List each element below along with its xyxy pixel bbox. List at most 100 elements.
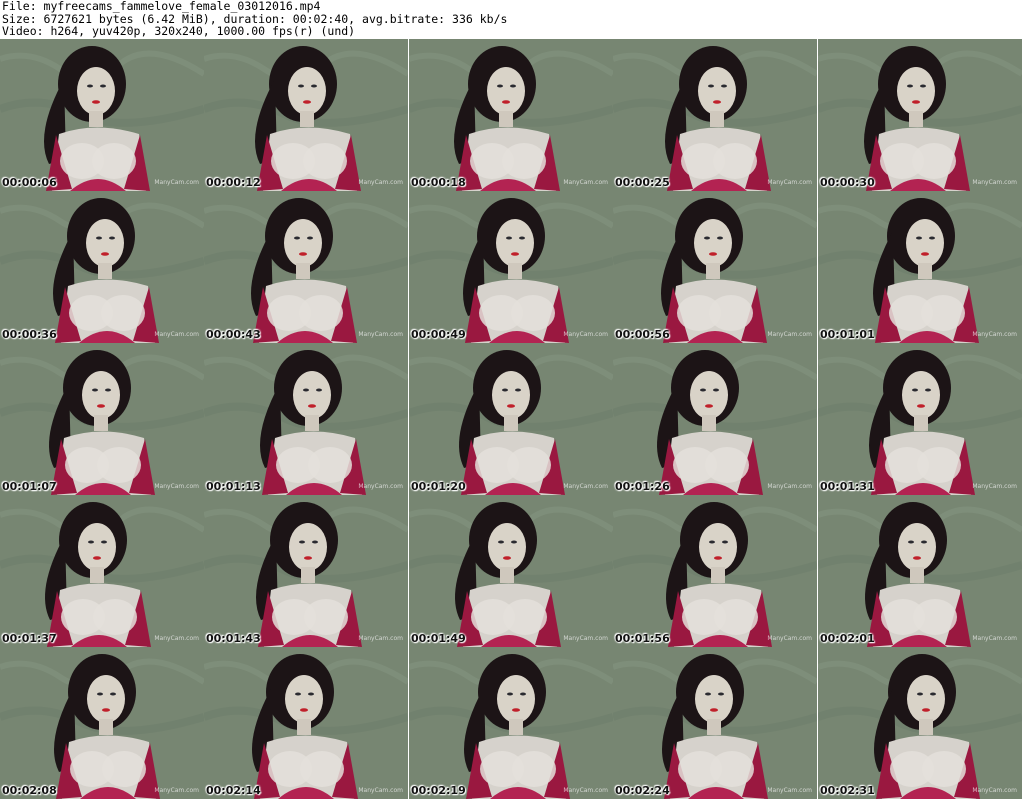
frame-image bbox=[0, 343, 204, 495]
frame-image bbox=[818, 343, 1022, 495]
frame-image bbox=[409, 495, 613, 647]
watermark-logo: ManyCam.com bbox=[767, 331, 812, 338]
video-frame-thumbnail: 00:01:07 ManyCam.com bbox=[0, 343, 204, 495]
video-frame-thumbnail: 00:01:13 ManyCam.com bbox=[204, 343, 408, 495]
frame-image bbox=[613, 343, 817, 495]
video-frame-thumbnail: 00:01:56 ManyCam.com bbox=[613, 495, 817, 647]
video-frame-thumbnail: 00:02:08 ManyCam.com bbox=[0, 647, 204, 799]
frame-image bbox=[818, 39, 1022, 191]
frame-image bbox=[0, 495, 204, 647]
frame-timestamp: 00:00:06 bbox=[2, 176, 57, 189]
video-frame-thumbnail: 00:00:49 ManyCam.com bbox=[409, 191, 613, 343]
frame-timestamp: 00:01:20 bbox=[411, 480, 466, 493]
video-frame-thumbnail: 00:00:30 ManyCam.com bbox=[818, 39, 1022, 191]
frame-timestamp: 00:01:13 bbox=[206, 480, 261, 493]
frame-timestamp: 00:01:43 bbox=[206, 632, 261, 645]
watermark-logo: ManyCam.com bbox=[154, 331, 199, 338]
video-frame-thumbnail: 00:02:01 ManyCam.com bbox=[818, 495, 1022, 647]
watermark-logo: ManyCam.com bbox=[154, 787, 199, 794]
frame-image bbox=[0, 191, 204, 343]
frame-timestamp: 00:00:43 bbox=[206, 328, 261, 341]
frame-image bbox=[204, 39, 408, 191]
watermark-logo: ManyCam.com bbox=[563, 635, 608, 642]
frame-timestamp: 00:00:56 bbox=[615, 328, 670, 341]
frame-image bbox=[409, 39, 613, 191]
frame-timestamp: 00:02:08 bbox=[2, 784, 57, 797]
frame-timestamp: 00:01:26 bbox=[615, 480, 670, 493]
video-frame-thumbnail: 00:02:24 ManyCam.com bbox=[613, 647, 817, 799]
watermark-logo: ManyCam.com bbox=[972, 635, 1017, 642]
watermark-logo: ManyCam.com bbox=[767, 483, 812, 490]
watermark-logo: ManyCam.com bbox=[358, 331, 403, 338]
watermark-logo: ManyCam.com bbox=[563, 331, 608, 338]
frame-timestamp: 00:00:18 bbox=[411, 176, 466, 189]
frame-image bbox=[409, 647, 613, 799]
frame-image bbox=[0, 647, 204, 799]
frame-timestamp: 00:01:07 bbox=[2, 480, 57, 493]
video-frame-thumbnail: 00:01:37 ManyCam.com bbox=[0, 495, 204, 647]
frame-image bbox=[613, 647, 817, 799]
video-info-line: Video: h264, yuv420p, 320x240, 1000.00 f… bbox=[2, 24, 356, 38]
watermark-logo: ManyCam.com bbox=[563, 483, 608, 490]
video-frame-thumbnail: 00:01:43 ManyCam.com bbox=[204, 495, 408, 647]
frame-timestamp: 00:02:19 bbox=[411, 784, 466, 797]
video-frame-thumbnail: 00:02:14 ManyCam.com bbox=[204, 647, 408, 799]
frame-timestamp: 00:00:12 bbox=[206, 176, 261, 189]
watermark-logo: ManyCam.com bbox=[563, 787, 608, 794]
video-frame-thumbnail: 00:00:36 ManyCam.com bbox=[0, 191, 204, 343]
frame-timestamp: 00:00:49 bbox=[411, 328, 466, 341]
watermark-logo: ManyCam.com bbox=[154, 179, 199, 186]
file-info-header: File: myfreecams_fammelove_female_030120… bbox=[2, 0, 1020, 38]
video-frame-thumbnail: 00:00:18 ManyCam.com bbox=[409, 39, 613, 191]
frame-image bbox=[409, 343, 613, 495]
frame-image bbox=[613, 191, 817, 343]
watermark-logo: ManyCam.com bbox=[972, 483, 1017, 490]
video-frame-thumbnail: 00:01:49 ManyCam.com bbox=[409, 495, 613, 647]
frame-timestamp: 00:01:31 bbox=[820, 480, 875, 493]
frame-image bbox=[204, 191, 408, 343]
frame-image bbox=[818, 191, 1022, 343]
frame-timestamp: 00:00:36 bbox=[2, 328, 57, 341]
watermark-logo: ManyCam.com bbox=[358, 787, 403, 794]
frame-timestamp: 00:00:30 bbox=[820, 176, 875, 189]
video-frame-thumbnail: 00:01:20 ManyCam.com bbox=[409, 343, 613, 495]
frame-image bbox=[204, 495, 408, 647]
watermark-logo: ManyCam.com bbox=[972, 179, 1017, 186]
video-frame-thumbnail: 00:02:31 ManyCam.com bbox=[818, 647, 1022, 799]
frame-timestamp: 00:02:01 bbox=[820, 632, 875, 645]
frame-image bbox=[613, 39, 817, 191]
watermark-logo: ManyCam.com bbox=[767, 179, 812, 186]
video-frame-thumbnail: 00:01:26 ManyCam.com bbox=[613, 343, 817, 495]
frame-timestamp: 00:01:01 bbox=[820, 328, 875, 341]
watermark-logo: ManyCam.com bbox=[972, 787, 1017, 794]
file-name-line: File: myfreecams_fammelove_female_030120… bbox=[2, 0, 321, 13]
frame-timestamp: 00:00:25 bbox=[615, 176, 670, 189]
frame-timestamp: 00:02:24 bbox=[615, 784, 670, 797]
video-frame-thumbnail: 00:00:56 ManyCam.com bbox=[613, 191, 817, 343]
thumbnail-grid: 00:00:06 ManyCam.com 00:00:12 ManyCam.com 00… bbox=[0, 39, 1024, 799]
frame-image bbox=[613, 495, 817, 647]
frame-image bbox=[818, 495, 1022, 647]
frame-image bbox=[204, 647, 408, 799]
frame-image bbox=[0, 39, 204, 191]
watermark-logo: ManyCam.com bbox=[154, 635, 199, 642]
video-frame-thumbnail: 00:00:06 ManyCam.com bbox=[0, 39, 204, 191]
watermark-logo: ManyCam.com bbox=[767, 787, 812, 794]
video-frame-thumbnail: 00:00:25 ManyCam.com bbox=[613, 39, 817, 191]
watermark-logo: ManyCam.com bbox=[358, 635, 403, 642]
frame-timestamp: 00:01:37 bbox=[2, 632, 57, 645]
frame-image bbox=[204, 343, 408, 495]
video-frame-thumbnail: 00:02:19 ManyCam.com bbox=[409, 647, 613, 799]
frame-timestamp: 00:02:31 bbox=[820, 784, 875, 797]
watermark-logo: ManyCam.com bbox=[972, 331, 1017, 338]
watermark-logo: ManyCam.com bbox=[154, 483, 199, 490]
frame-timestamp: 00:01:49 bbox=[411, 632, 466, 645]
watermark-logo: ManyCam.com bbox=[767, 635, 812, 642]
frame-image bbox=[818, 647, 1022, 799]
frame-image bbox=[409, 191, 613, 343]
watermark-logo: ManyCam.com bbox=[563, 179, 608, 186]
frame-timestamp: 00:01:56 bbox=[615, 632, 670, 645]
video-frame-thumbnail: 00:01:31 ManyCam.com bbox=[818, 343, 1022, 495]
video-frame-thumbnail: 00:01:01 ManyCam.com bbox=[818, 191, 1022, 343]
watermark-logo: ManyCam.com bbox=[358, 483, 403, 490]
